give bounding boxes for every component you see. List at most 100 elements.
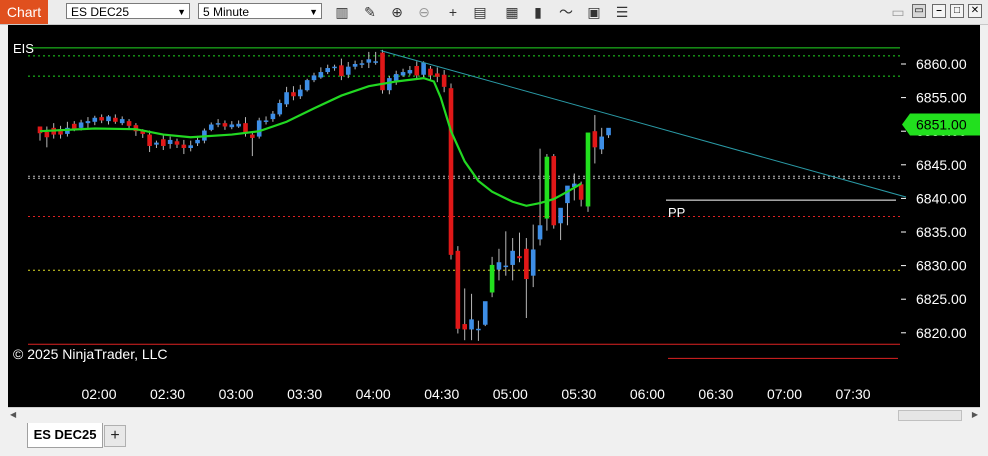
candle bbox=[407, 66, 413, 76]
candle bbox=[530, 224, 536, 288]
candle bbox=[544, 154, 550, 231]
candle bbox=[380, 49, 385, 94]
instrument-selector[interactable]: ES DEC25 ▼ bbox=[66, 3, 190, 19]
candle bbox=[99, 114, 104, 124]
candle-body bbox=[366, 59, 372, 63]
x-tick-label: 02:00 bbox=[81, 386, 116, 402]
candle-body bbox=[339, 65, 344, 77]
candle bbox=[161, 135, 166, 151]
candle bbox=[599, 127, 604, 155]
properties-icon[interactable]: ▣ bbox=[584, 2, 604, 22]
x-tick-label: 03:00 bbox=[219, 386, 254, 402]
candle bbox=[421, 61, 426, 79]
horizontal-scrollbar[interactable]: ◀ ▶ bbox=[8, 407, 980, 422]
last-price-marker: 6851.00 bbox=[902, 113, 980, 136]
price-chart[interactable]: 6820.00 6825.00 6830.00 6835.00 6840.00 6845.… bbox=[8, 25, 980, 407]
strategies-icon[interactable]: ▮ bbox=[528, 2, 548, 22]
panel-icon[interactable]: ▭ bbox=[890, 2, 906, 22]
candle-body bbox=[469, 319, 474, 330]
crosshair-icon[interactable]: + bbox=[443, 2, 463, 22]
candle bbox=[298, 84, 303, 99]
x-tick-label: 04:30 bbox=[424, 386, 459, 402]
candle-body bbox=[195, 139, 200, 144]
candle bbox=[510, 238, 515, 281]
candle-body bbox=[578, 184, 584, 200]
scroll-right-icon[interactable]: ▶ bbox=[972, 410, 978, 419]
candle bbox=[496, 248, 502, 281]
candle-body bbox=[496, 262, 502, 270]
candle-body bbox=[400, 72, 406, 76]
y-tick-label: 6835.00 bbox=[916, 224, 967, 240]
candle bbox=[92, 115, 98, 126]
candle-body bbox=[489, 264, 495, 293]
candle bbox=[462, 288, 467, 341]
candle-body bbox=[263, 120, 269, 122]
zoom-out-icon[interactable]: ⊖ bbox=[414, 2, 434, 22]
more-tools-icon[interactable]: ☰ bbox=[612, 2, 632, 22]
chart-toolbar: Chart ES DEC25 ▼ 5 Minute ▼ ▥ ✎ ⊕ ⊖ + ▤ … bbox=[0, 0, 988, 25]
candle bbox=[352, 60, 358, 70]
candle-body bbox=[537, 225, 543, 240]
candle-body bbox=[256, 120, 262, 137]
chart-panel[interactable]: 6820.00 6825.00 6830.00 6835.00 6840.00 6845.… bbox=[8, 25, 980, 407]
candle bbox=[592, 115, 598, 164]
candle bbox=[154, 140, 159, 148]
tab-es-dec25[interactable]: ES DEC25 bbox=[27, 423, 103, 448]
candle bbox=[585, 132, 591, 212]
candle-body bbox=[304, 80, 310, 91]
candle bbox=[482, 301, 488, 327]
data-box-icon[interactable]: ▤ bbox=[470, 2, 490, 22]
add-tab-button[interactable]: + bbox=[104, 425, 126, 447]
minimize-button[interactable]: ▭ bbox=[912, 4, 926, 18]
chart-window-tab[interactable]: Chart bbox=[0, 0, 48, 24]
y-tick-label: 6840.00 bbox=[916, 190, 967, 206]
candle-body bbox=[352, 64, 358, 67]
candle bbox=[85, 117, 91, 128]
candle bbox=[256, 117, 262, 139]
candle-body bbox=[373, 61, 378, 63]
candle-body bbox=[530, 249, 536, 276]
candle bbox=[332, 64, 337, 71]
candle bbox=[58, 125, 63, 139]
close-button[interactable]: ✕ bbox=[968, 4, 982, 18]
scroll-thumb[interactable] bbox=[898, 410, 962, 421]
candle bbox=[428, 66, 433, 81]
bars-type-icon[interactable]: ▥ bbox=[332, 2, 352, 22]
candle-body bbox=[78, 122, 84, 128]
candle-body bbox=[71, 123, 77, 129]
candle-body bbox=[435, 73, 440, 77]
candle-body bbox=[311, 75, 317, 81]
candle bbox=[215, 119, 221, 128]
time-axis: 02:00 02:30 03:00 03:30 04:00 04:30 05:00 05:30… bbox=[81, 386, 870, 402]
copyright-text: © 2025 NinjaTrader, LLC bbox=[13, 346, 168, 362]
candle bbox=[37, 126, 43, 141]
minimize-icon-button[interactable]: – bbox=[932, 4, 946, 18]
candle bbox=[606, 127, 611, 138]
candle-body bbox=[421, 62, 426, 75]
drawing-pencil-icon[interactable]: ✎ bbox=[360, 2, 380, 22]
maximize-button[interactable]: □ bbox=[950, 4, 964, 18]
candle-body bbox=[606, 127, 611, 136]
candle-body bbox=[174, 141, 180, 145]
indicators-icon[interactable]: ▦ bbox=[502, 2, 522, 22]
y-tick-label: 6860.00 bbox=[916, 56, 967, 72]
candle-body bbox=[215, 123, 221, 125]
interval-selector[interactable]: 5 Minute ▼ bbox=[198, 3, 322, 19]
templates-icon[interactable]: 〜 bbox=[556, 2, 576, 22]
candle-body bbox=[345, 66, 351, 75]
candle bbox=[503, 231, 509, 276]
zoom-in-icon[interactable]: ⊕ bbox=[387, 2, 407, 22]
price-axis: 6820.00 6825.00 6830.00 6835.00 6840.00 6845.… bbox=[901, 56, 967, 341]
candle bbox=[441, 70, 447, 93]
candle bbox=[270, 111, 276, 122]
candle-body bbox=[441, 74, 447, 87]
candle-body bbox=[551, 156, 557, 226]
candle-body bbox=[154, 142, 159, 145]
candle bbox=[400, 68, 406, 77]
candle bbox=[250, 131, 255, 157]
candle-body bbox=[250, 134, 255, 138]
scroll-left-icon[interactable]: ◀ bbox=[10, 410, 16, 419]
candle-body bbox=[208, 124, 214, 130]
candle bbox=[373, 51, 378, 65]
candle-body bbox=[92, 117, 98, 122]
